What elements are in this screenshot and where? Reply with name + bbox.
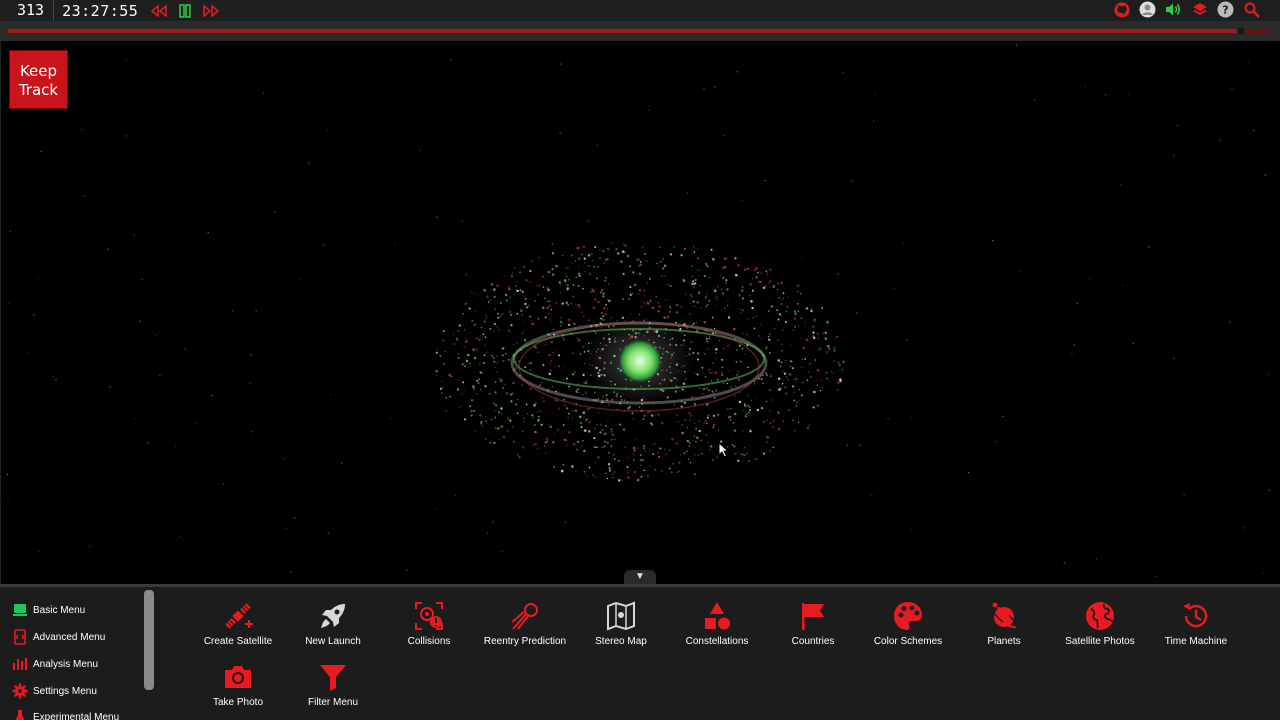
basic-menu-item[interactable]: Basic Menu <box>11 600 85 620</box>
pause-icon[interactable] <box>176 3 194 18</box>
volume-icon[interactable] <box>1165 1 1182 18</box>
collisions-button[interactable]: Collisions <box>383 599 475 657</box>
tool-label: Filter Menu <box>307 697 358 708</box>
tool-label: Planets <box>987 636 1021 647</box>
side-item-label: Advanced Menu <box>33 631 106 643</box>
collisions-icon <box>412 599 446 633</box>
side-item-label: Basic Menu <box>33 604 86 616</box>
layers-icon[interactable] <box>1191 1 1208 18</box>
search-icon[interactable] <box>1243 1 1260 18</box>
tool-label: Create Satellite <box>203 636 273 647</box>
globe-viewport[interactable]: Keep Track <box>0 41 1280 584</box>
keep-track-logo[interactable]: Keep Track <box>9 50 68 109</box>
filter-menu-button[interactable]: Filter Menu <box>287 660 379 718</box>
analysis-menu-item[interactable]: Analysis Menu <box>11 654 98 674</box>
settings-menu-icon <box>11 683 29 699</box>
satellite-field <box>6 44 1270 578</box>
menu-scrollbar[interactable] <box>144 590 154 690</box>
countries-button[interactable]: Countries <box>767 599 859 657</box>
analysis-menu-icon <box>11 656 29 672</box>
earth-globe <box>619 340 661 382</box>
tool-label: Color Schemes <box>873 636 943 647</box>
side-item-label: Settings Menu <box>33 685 97 697</box>
side-item-label: Analysis Menu <box>33 658 99 670</box>
timeline[interactable] <box>0 21 1280 41</box>
mouse-cursor-icon <box>718 442 730 458</box>
filter-icon <box>316 660 350 694</box>
rewind-icon[interactable] <box>150 4 168 18</box>
take-photo-button[interactable]: Take Photo <box>192 660 284 718</box>
menu-category-list: Basic Menu Advanced Menu Analysis Menu S… <box>0 587 156 720</box>
flag-icon <box>796 599 830 633</box>
advanced-menu-item[interactable]: Advanced Menu <box>11 627 105 647</box>
new-launch-button[interactable]: New Launch <box>287 599 379 657</box>
tool-label: Stereo Map <box>595 636 647 647</box>
experimental-menu-item[interactable]: Experimental Menu <box>11 707 119 720</box>
create-satellite-button[interactable]: Create Satellite <box>192 599 284 657</box>
tool-label: Reentry Prediction <box>483 636 567 647</box>
tool-label: New Launch <box>305 636 361 647</box>
help-icon[interactable]: ? <box>1217 1 1234 18</box>
rocket-icon <box>316 599 350 633</box>
create-satellite-icon <box>221 599 255 633</box>
history-icon <box>1179 599 1213 633</box>
timeline-track[interactable] <box>8 29 1270 33</box>
tool-label: Countries <box>791 636 835 647</box>
constellations-icon <box>700 599 734 633</box>
basic-menu-icon <box>11 602 29 618</box>
timeline-progress <box>8 29 1245 33</box>
planet-icon <box>987 599 1021 633</box>
bottom-menu: Basic Menu Advanced Menu Analysis Menu S… <box>0 584 1280 720</box>
palette-icon <box>891 599 925 633</box>
camera-icon <box>221 660 255 694</box>
globe-icon <box>1083 599 1117 633</box>
settings-menu-item[interactable]: Settings Menu <box>11 681 97 701</box>
tool-label: Time Machine <box>1164 636 1228 647</box>
satellite-photos-button[interactable]: Satellite Photos <box>1054 599 1146 657</box>
constellations-button[interactable]: Constellations <box>671 599 763 657</box>
user-icon[interactable] <box>1139 1 1156 18</box>
advanced-menu-icon <box>11 629 29 645</box>
tool-label: Constellations <box>685 636 749 647</box>
experimental-menu-icon <box>11 709 29 720</box>
stereo-map-button[interactable]: Stereo Map <box>575 599 667 657</box>
github-icon[interactable] <box>1113 1 1130 18</box>
time-machine-button[interactable]: Time Machine <box>1150 599 1242 657</box>
map-icon <box>604 599 638 633</box>
reentry-icon <box>508 599 542 633</box>
tool-label: Take Photo <box>212 697 264 708</box>
color-schemes-button[interactable]: Color Schemes <box>862 599 954 657</box>
simulation-clock[interactable]: 23:27:55 <box>54 2 138 20</box>
menu-drawer-toggle[interactable]: ▼ <box>624 570 656 584</box>
top-bar: 313 23:27:55 ? <box>0 0 1280 21</box>
logo-line-2: Track <box>18 81 59 99</box>
day-of-year: 313 <box>0 0 55 21</box>
fast-forward-icon[interactable] <box>202 4 220 18</box>
tool-label: Satellite Photos <box>1065 636 1135 647</box>
tool-label: Collisions <box>407 636 451 647</box>
side-item-label: Experimental Menu <box>33 711 120 720</box>
planets-button[interactable]: Planets <box>958 599 1050 657</box>
timeline-handle[interactable] <box>1236 26 1246 36</box>
reentry-prediction-button[interactable]: Reentry Prediction <box>479 599 571 657</box>
svg-text:?: ? <box>1222 4 1228 17</box>
logo-line-1: Keep <box>19 62 58 80</box>
